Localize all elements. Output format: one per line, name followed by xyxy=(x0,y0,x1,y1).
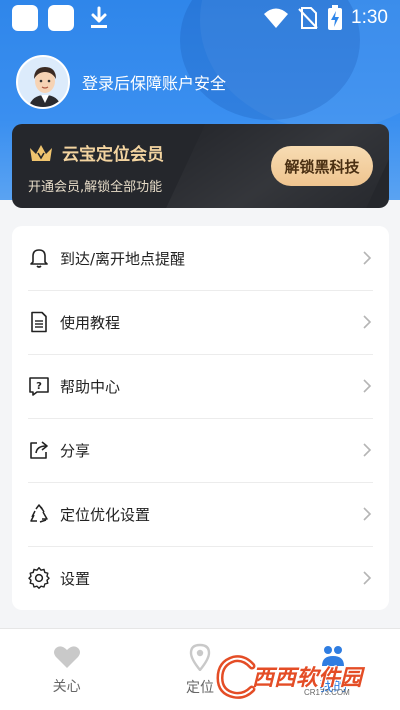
battery-charging-icon xyxy=(328,5,343,30)
vip-subtitle: 开通会员,解锁全部功能 xyxy=(28,180,163,195)
gear-icon xyxy=(28,567,50,589)
chevron-right-icon xyxy=(363,443,372,457)
chevron-right-icon xyxy=(363,571,372,585)
watermark-subtext: CR173.COM xyxy=(304,688,350,697)
nav-tab-label: 定位 xyxy=(185,679,214,696)
menu-list: 到达/离开地点提醒 使用教程 ? 帮助中心 分享 定位优化设置 设置 xyxy=(12,226,389,610)
svg-text:?: ? xyxy=(36,381,42,392)
menu-item-label: 到达/离开地点提醒 xyxy=(60,249,186,268)
bell-icon xyxy=(28,247,50,269)
menu-item-label: 使用教程 xyxy=(60,313,121,332)
user-login-row[interactable]: 登录后保障账户安全 xyxy=(16,54,226,110)
chevron-right-icon xyxy=(363,379,372,393)
menu-item-arrival-reminder[interactable]: 到达/离开地点提醒 xyxy=(12,226,389,290)
menu-item-label: 帮助中心 xyxy=(60,377,121,396)
chevron-right-icon xyxy=(363,315,372,329)
status-bar: 1:30 xyxy=(0,0,400,36)
clock: 1:30 xyxy=(351,7,388,28)
location-pin-icon xyxy=(189,643,211,671)
menu-item-label: 设置 xyxy=(60,569,91,588)
menu-item-share[interactable]: 分享 xyxy=(12,418,389,482)
menu-item-tutorial[interactable]: 使用教程 xyxy=(12,290,389,354)
menu-item-label: 定位优化设置 xyxy=(60,505,151,524)
avatar-icon[interactable] xyxy=(16,55,70,109)
help-icon: ? xyxy=(28,375,50,397)
share-icon xyxy=(28,439,50,461)
no-sim-icon xyxy=(298,7,318,29)
menu-item-settings[interactable]: 设置 xyxy=(12,546,389,610)
nav-tab-label: 关心 xyxy=(52,678,81,695)
login-prompt[interactable]: 登录后保障账户安全 xyxy=(82,70,226,94)
chevron-right-icon xyxy=(363,507,372,521)
crown-icon xyxy=(30,144,52,161)
download-icon xyxy=(91,6,107,28)
app-icon xyxy=(48,5,74,31)
document-icon xyxy=(28,311,50,333)
heart-icon xyxy=(53,645,80,668)
menu-item-help-center[interactable]: ? 帮助中心 xyxy=(12,354,389,418)
vip-membership-card[interactable]: 云宝定位会员 开通会员,解锁全部功能 解锁黑科技 xyxy=(12,124,389,208)
recycle-icon xyxy=(28,503,50,525)
menu-item-location-optimization[interactable]: 定位优化设置 xyxy=(12,482,389,546)
watermark-logo: 西西软件园 CR173.COM xyxy=(214,650,384,706)
chevron-right-icon xyxy=(363,251,372,265)
vip-title: 云宝定位会员 xyxy=(62,145,164,165)
wifi-icon xyxy=(264,8,289,28)
app-icon xyxy=(12,5,38,31)
vip-title-row: 云宝定位会员 xyxy=(28,140,164,165)
unlock-button[interactable]: 解锁黑科技 xyxy=(271,146,373,186)
nav-tab-care[interactable]: 关心 xyxy=(0,629,133,710)
menu-item-label: 分享 xyxy=(60,441,91,460)
